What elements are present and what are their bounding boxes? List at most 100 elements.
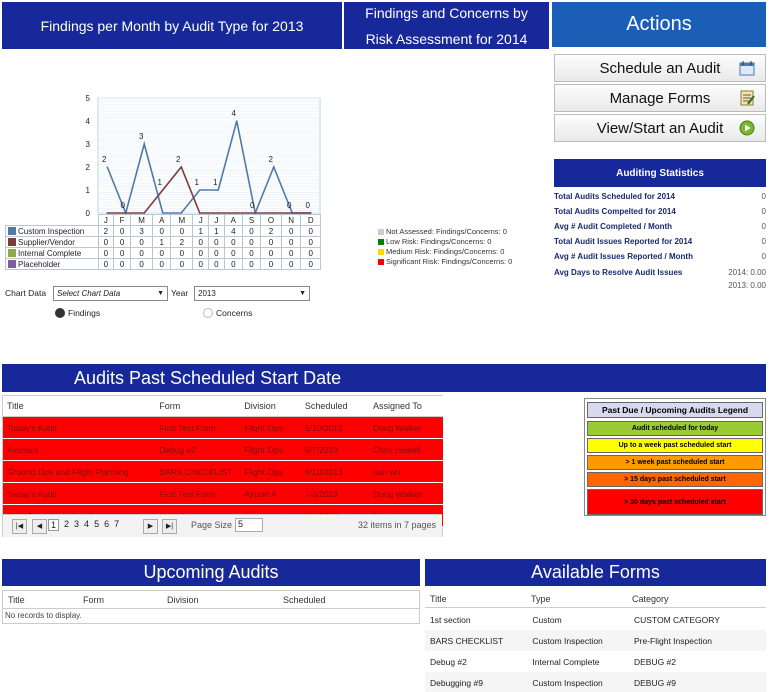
table-row[interactable]: Debugging #9 Custom Inspection DEBUG #9: [425, 672, 766, 692]
table-row[interactable]: Avionics Debug #2 Flight Ops 6/7/2013 Chris …: [3, 438, 443, 461]
past-col-header[interactable]: Title: [3, 396, 156, 417]
chart-table-cell: 0: [300, 236, 321, 248]
table-cell: DEBUG #9: [633, 677, 677, 688]
chart-table-cell: 0: [260, 236, 282, 248]
stat-label: Total Audit Issues Reported for 2014: [554, 237, 693, 246]
chart-table-cell: 0: [97, 258, 115, 270]
legend-item-label: > 15 days past scheduled start: [624, 476, 726, 483]
table-row[interactable]: 1st section Custom CUSTOM CATEGORY: [425, 609, 766, 630]
series-legend-entry: Supplier/Vendor: [5, 236, 99, 248]
table-cell: Pre-Flight Inspection: [633, 635, 712, 646]
chart-table-cell: 1: [208, 225, 225, 237]
past-table-header-row: Title Form Division Scheduled Assigned To: [3, 396, 443, 417]
chart-table-cell: 0: [113, 236, 132, 248]
page-link[interactable]: 3: [74, 519, 79, 531]
prev-page-icon[interactable]: ◀: [32, 519, 47, 534]
series-legend-entry: Placeholder: [5, 258, 99, 270]
chart-table-cell: 0: [170, 258, 194, 270]
y-tick-label: 4: [86, 117, 91, 126]
data-label: 0: [306, 201, 311, 210]
table-row[interactable]: BARS CHECKLIST Custom Inspection Pre-Fligh…: [425, 630, 766, 651]
year-label: Year: [171, 288, 189, 298]
chart-table-cell: 0: [170, 247, 194, 259]
table-row[interactable]: Today's Audit First Test Form Flight Ops 5/…: [3, 416, 443, 439]
view-start-audit-button[interactable]: View/Start an Audit: [554, 114, 766, 142]
page-link[interactable]: 2: [64, 519, 69, 531]
page-link[interactable]: 6: [104, 519, 109, 531]
col-division[interactable]: Division: [167, 595, 199, 605]
col-form-type[interactable]: Type: [531, 594, 551, 604]
table-cell: Internal Complete: [532, 656, 600, 667]
risk-swatch: [378, 229, 384, 235]
col-form-category[interactable]: Category: [632, 594, 669, 604]
chart-table-cell: 0: [97, 236, 115, 248]
data-point: [161, 189, 164, 191]
findings-radio[interactable]: Findings: [55, 308, 100, 318]
legend-item-label: > 30 days past scheduled start: [624, 498, 726, 506]
data-label: 0: [287, 201, 292, 210]
table-cell: 6/7/2013: [300, 438, 369, 461]
table-row[interactable]: Today's Audit First Test Form Airport A 7/3…: [3, 482, 443, 505]
series-swatch: [8, 259, 16, 268]
chart-table-cell: 0: [152, 247, 172, 259]
table-cell: BARS CHECKLIST: [155, 460, 241, 483]
data-label: 1: [213, 178, 218, 187]
risk-legend-label: Medium Risk: Findings/Concerns: 0: [386, 247, 505, 256]
col-form[interactable]: Form: [83, 595, 104, 605]
data-label: 3: [139, 132, 144, 141]
series-swatch: [8, 226, 16, 235]
table-cell: han wu: [368, 460, 443, 483]
data-point: [198, 189, 201, 191]
table-row[interactable]: Debug #2 Internal Complete DEBUG #2: [425, 651, 766, 672]
past-col-header[interactable]: Division: [240, 396, 301, 417]
radio-checked-icon: [55, 308, 65, 318]
risk-swatch: [378, 249, 384, 255]
last-page-icon[interactable]: ▶|: [162, 519, 177, 534]
chart-table-cell: 0: [280, 247, 302, 259]
month-tick-label: A: [152, 214, 172, 226]
current-page[interactable]: 1: [48, 519, 60, 531]
chart-table-cell: 0: [223, 247, 243, 259]
year-select[interactable]: 2013 ▼: [194, 286, 310, 301]
chart-table-cell: 0: [241, 225, 262, 237]
first-page-icon[interactable]: |◀: [12, 519, 27, 534]
table-cell: Custom Inspection: [532, 635, 603, 646]
chart-table-cell: 0: [260, 258, 282, 270]
chart-table-cell: 0: [241, 236, 262, 248]
col-form-title[interactable]: Title: [430, 594, 447, 604]
manage-forms-button[interactable]: Manage Forms: [554, 84, 766, 112]
next-page-icon[interactable]: ▶: [143, 519, 158, 534]
schedule-audit-button[interactable]: Schedule an Audit: [554, 54, 766, 82]
page-link[interactable]: 4: [84, 519, 89, 531]
page-link[interactable]: 7: [114, 519, 119, 531]
table-row[interactable]: Ground Ops and Flight Planning BARS CHECK…: [3, 460, 443, 483]
past-col-header[interactable]: Form: [155, 396, 241, 417]
chart-table-cell: 0: [192, 247, 210, 259]
table-cell: Custom: [532, 614, 562, 625]
concerns-radio[interactable]: Concerns: [203, 308, 252, 318]
col-scheduled[interactable]: Scheduled: [283, 595, 326, 605]
chart-data-select[interactable]: Select Chart Data ▼: [53, 286, 168, 301]
available-forms-grid: Title Type Category 1st section Custom CUS…: [425, 590, 766, 692]
col-title[interactable]: Title: [8, 595, 25, 605]
chart-table-cell: 2: [97, 225, 115, 237]
chart-table-cell: 0: [260, 247, 282, 259]
month-tick-label: N: [280, 214, 302, 226]
page-size-input[interactable]: 5: [235, 518, 263, 532]
pager: |◀ ◀ 1234567 ▶ ▶| Page Size 5 32 items i…: [3, 514, 442, 537]
risk-legend-label: Significant Risk: Findings/Concerns: 0: [386, 257, 513, 266]
risk-legend-item: Not Assessed: Findings/Concerns: 0: [378, 227, 548, 237]
data-label: 4: [232, 109, 237, 118]
past-col-header[interactable]: Scheduled: [300, 396, 369, 417]
findings-line-chart: 012345203121 14020 0: [86, 94, 321, 218]
table-cell: First Test Form: [155, 482, 241, 505]
past-col-header[interactable]: Assigned To: [368, 396, 443, 417]
manage-forms-label: Manage Forms: [609, 89, 711, 107]
chart-table-cell: 0: [192, 236, 210, 248]
series-name: Custom Inspection: [18, 226, 85, 236]
findings-radio-label: Findings: [68, 308, 101, 318]
page-link[interactable]: 5: [94, 519, 99, 531]
month-tick-label: J: [208, 214, 225, 226]
series-swatch: [8, 237, 16, 246]
series-legend-entry: Internal Complete: [5, 247, 99, 259]
